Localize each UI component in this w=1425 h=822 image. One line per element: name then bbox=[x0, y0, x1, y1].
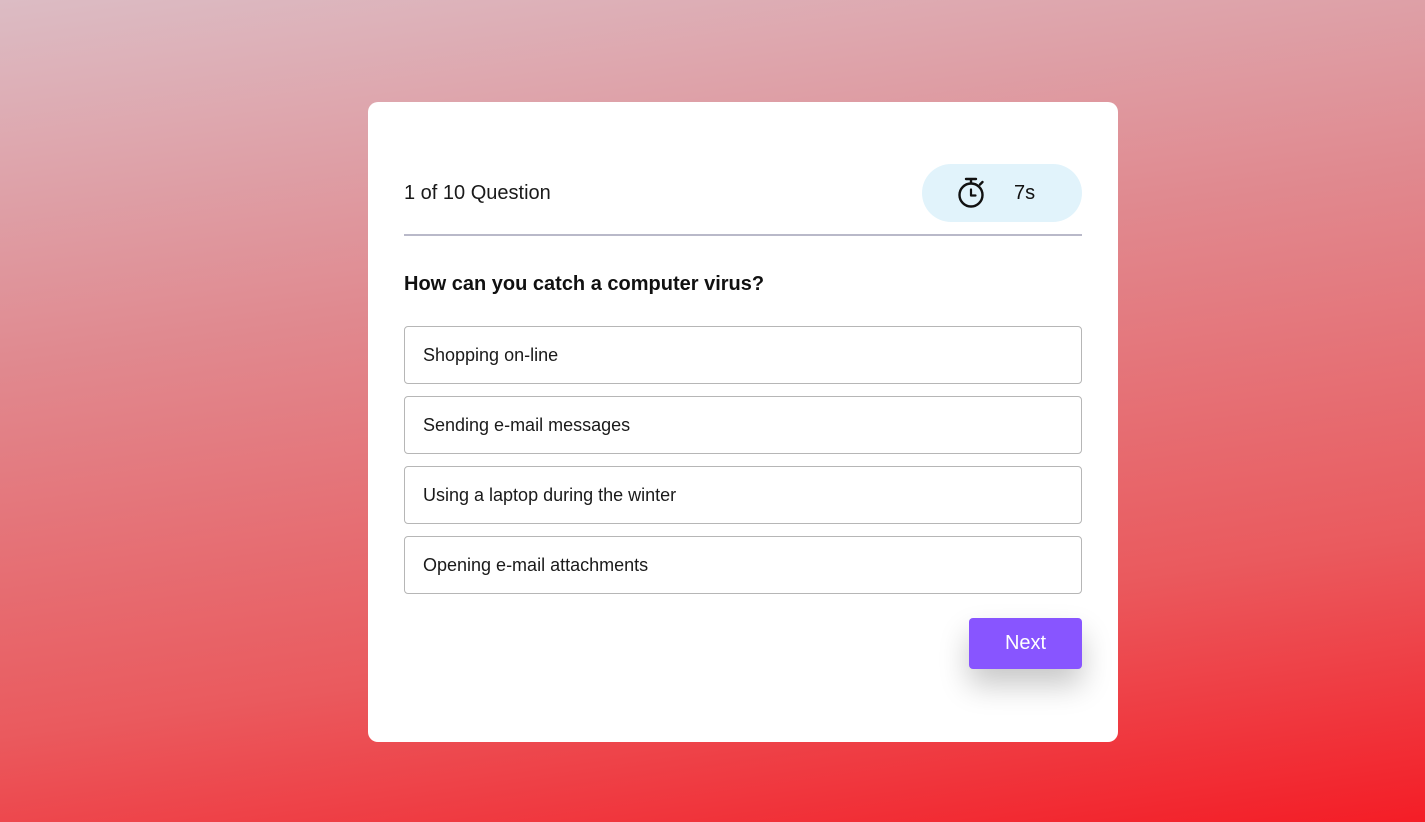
answer-option-label: Sending e-mail messages bbox=[423, 414, 631, 435]
answer-option-label: Shopping on-line bbox=[423, 344, 559, 365]
quiz-footer: Next bbox=[404, 618, 1082, 669]
answer-option-4[interactable]: Opening e-mail attachments bbox=[404, 536, 1082, 594]
next-button[interactable]: Next bbox=[969, 618, 1082, 669]
question-counter: 1 of 10 Question bbox=[404, 181, 551, 204]
answer-option-label: Using a laptop during the winter bbox=[423, 484, 677, 505]
answer-option-1[interactable]: Shopping on-line bbox=[404, 326, 1082, 384]
header-divider bbox=[404, 234, 1082, 236]
quiz-card: 1 of 10 Question 7s How can you catch a … bbox=[368, 102, 1118, 742]
question-text: How can you catch a computer virus? bbox=[404, 273, 765, 295]
answer-options: Shopping on-line Sending e-mail messages… bbox=[404, 326, 1082, 594]
timer-value: 7s bbox=[1014, 181, 1036, 204]
answer-option-label: Opening e-mail attachments bbox=[423, 554, 649, 575]
answer-option-3[interactable]: Using a laptop during the winter bbox=[404, 466, 1082, 524]
answer-option-2[interactable]: Sending e-mail messages bbox=[404, 396, 1082, 454]
stopwatch-icon bbox=[956, 177, 986, 209]
timer-badge: 7s bbox=[922, 164, 1082, 222]
quiz-header: 1 of 10 Question 7s bbox=[404, 164, 1082, 222]
